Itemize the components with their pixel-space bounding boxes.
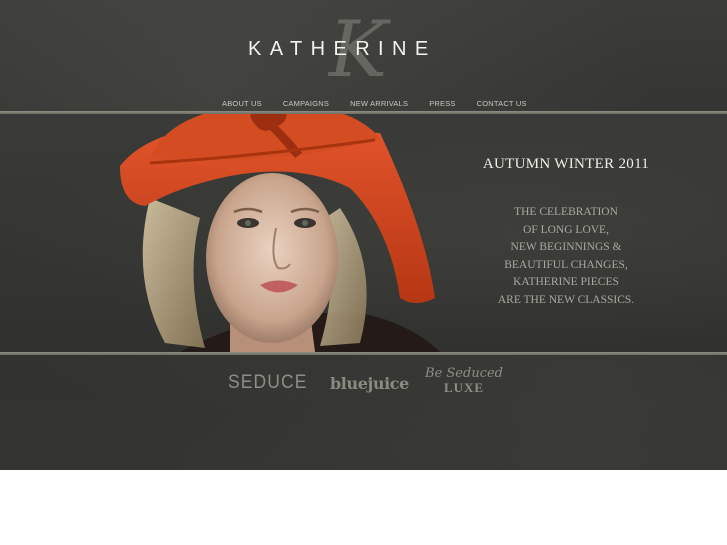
luxe-caps-text: LUXE — [443, 380, 485, 395]
brand-seduce-link[interactable]: SEDUCE — [228, 372, 307, 394]
tagline-line: BEAUTIFUL CHANGES, — [504, 258, 628, 271]
tagline-line: THE CELEBRATION — [514, 206, 618, 218]
nav-press[interactable]: PRESS — [429, 97, 455, 111]
nav-about-us[interactable]: ABOUT US — [222, 97, 262, 111]
nav-new-arrivals[interactable]: NEW ARRIVALS — [350, 97, 408, 111]
brand-logo[interactable]: KATHERINE — [248, 36, 474, 62]
top-nav: ABOUT US CAMPAIGNS NEW ARRIVALS PRESS CO… — [222, 97, 527, 111]
season-title: AUTUMN WINTER 2011 — [482, 156, 650, 172]
brand-bluejuice-link[interactable]: bluejuice — [330, 374, 409, 393]
tagline-line: OF LONG LOVE, — [523, 223, 609, 236]
tagline-line: KATHERINE PIECES — [513, 276, 619, 289]
page-canvas: K KATHERINE ABOUT US CAMPAIGNS NEW ARRIV… — [0, 0, 727, 470]
model-photo — [120, 114, 440, 352]
luxe-script-text: Be Seduced — [425, 366, 503, 381]
divider-bottom — [0, 352, 727, 355]
nav-contact-us[interactable]: CONTACT US — [477, 97, 527, 111]
campaign-tagline: THE CELEBRATION OF LONG LOVE, NEW BEGINN… — [470, 204, 662, 310]
nav-campaigns[interactable]: CAMPAIGNS — [283, 97, 329, 111]
tagline-line: NEW BEGINNINGS & — [510, 241, 622, 254]
brand-luxe-link[interactable]: Be Seduced LUXE — [424, 367, 504, 395]
tagline-line: ARE THE NEW CLASSICS. — [497, 293, 635, 306]
hero-banner: AUTUMN WINTER 2011 THE CELEBRATION OF LO… — [0, 114, 727, 352]
